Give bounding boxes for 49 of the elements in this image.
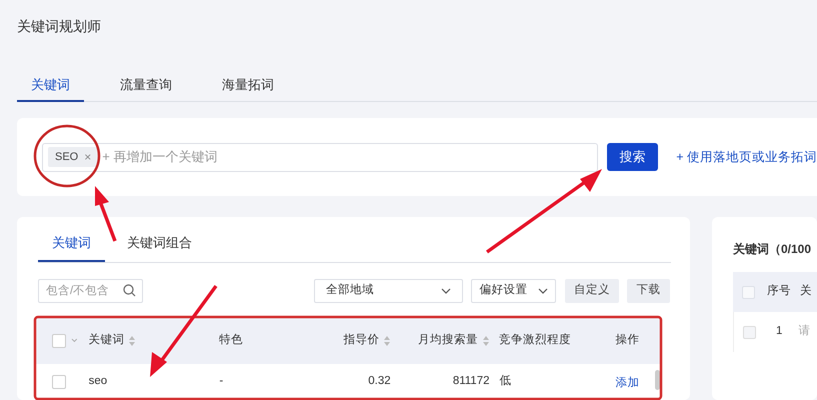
region-select[interactable]: 全部地域 xyxy=(314,279,463,303)
column-header: 竞争激烈程度 xyxy=(499,332,572,348)
tab[interactable]: 关键词 xyxy=(38,226,105,262)
select-value: 偏好设置 xyxy=(480,282,528,298)
checkbox[interactable] xyxy=(743,326,756,338)
column-header: 关键词 xyxy=(88,332,124,348)
chevron-icon xyxy=(538,288,548,294)
chip-label: SEO xyxy=(55,150,78,165)
sort-icon[interactable] xyxy=(129,336,136,346)
table-cell-text: seo xyxy=(88,374,108,389)
sort-icon[interactable] xyxy=(384,336,390,346)
table-cell-text: - xyxy=(218,374,224,389)
sort-icon[interactable] xyxy=(483,336,490,346)
column-header: 月均搜索量 xyxy=(418,332,478,348)
caret-icon xyxy=(70,338,78,343)
search-icon xyxy=(123,284,136,297)
column-header: 序号 xyxy=(767,283,791,300)
panel-title: 关键词（0/100 xyxy=(733,241,812,258)
landing-page-link[interactable]: + 使用落地页或业务拓词 xyxy=(676,148,817,166)
preferences-select[interactable]: 偏好设置 xyxy=(471,279,556,303)
keyword-input[interactable]: SEO × + 再增加一个关键词 xyxy=(42,142,598,172)
page-title: 关键词规划师 xyxy=(17,17,101,36)
checkbox[interactable] xyxy=(52,334,66,348)
checkbox[interactable] xyxy=(742,286,755,298)
checkbox[interactable] xyxy=(52,374,66,388)
table-cell-text: 低 xyxy=(498,374,512,389)
table-cell-text: 0.32 xyxy=(367,374,392,389)
column-header: 关 xyxy=(800,284,812,300)
tab[interactable]: 海量拓词 xyxy=(208,70,288,102)
tab[interactable]: 关键词 xyxy=(17,70,84,102)
table-cell-text: 1 xyxy=(776,324,782,340)
table-cell-text: 请 xyxy=(798,324,810,340)
column-header: 指导价 xyxy=(343,332,380,348)
column-header: 特色 xyxy=(219,332,244,348)
select-value: 全部地域 xyxy=(326,282,374,298)
add-link[interactable]: 添加 xyxy=(616,376,640,388)
arrow xyxy=(95,186,117,242)
annotation-circle xyxy=(34,124,100,188)
chevron-icon xyxy=(441,288,451,294)
tab[interactable]: 关键词组合 xyxy=(113,226,206,262)
toolbar-button[interactable]: 下载 xyxy=(627,279,670,303)
toolbar-button[interactable]: 自定义 xyxy=(565,279,619,303)
filter-field[interactable]: 包含/不包含 xyxy=(38,279,143,303)
search-button[interactable]: 搜索 xyxy=(606,143,658,171)
input-field[interactable]: + 再增加一个关键词 xyxy=(102,147,597,167)
scrollbar[interactable] xyxy=(655,370,660,390)
tab[interactable]: 流量查询 xyxy=(106,70,186,102)
table-cell-text: 811172 xyxy=(452,374,490,389)
column-header: 操作 xyxy=(615,332,640,348)
